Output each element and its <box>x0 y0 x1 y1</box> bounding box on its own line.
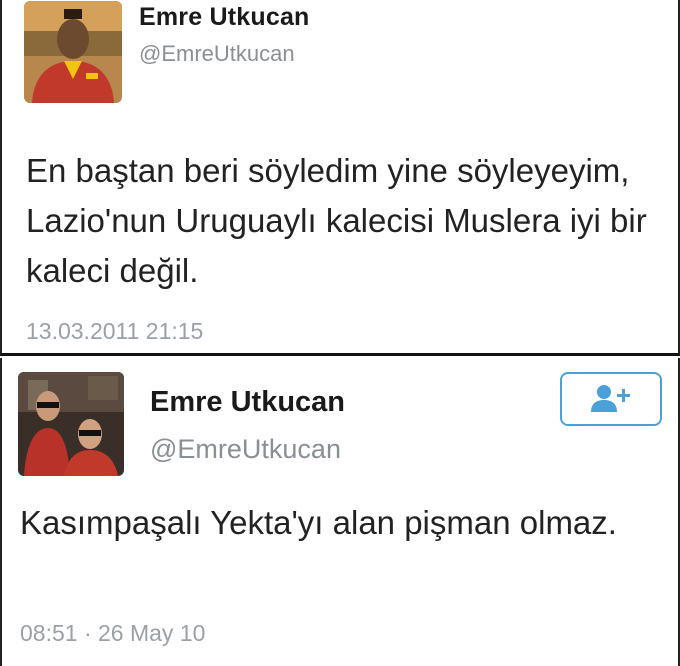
author-handle[interactable]: @EmreUtkucan <box>139 41 295 67</box>
follow-button[interactable] <box>560 372 662 426</box>
tweet-card-1: Emre Utkucan @EmreUtkucan En baştan beri… <box>0 0 680 356</box>
tweet-timestamp[interactable]: 13.03.2011 21:15 <box>26 318 203 345</box>
author-avatar[interactable] <box>18 372 124 476</box>
tweet-text: En baştan beri söyledim yine söyleyeyim,… <box>26 152 647 289</box>
author-handle[interactable]: @EmreUtkucan <box>150 434 341 465</box>
author-avatar[interactable] <box>24 1 122 103</box>
tweet-timestamp[interactable]: 08:51 · 26 May 10 <box>20 620 205 647</box>
avatar-photo-icon <box>18 372 124 476</box>
tweet-card-2: Emre Utkucan @EmreUtkucan Kasımpaşalı Ye… <box>0 358 680 666</box>
tweet-text: Kasımpaşalı Yekta'yı alan pişman olmaz. <box>20 504 617 541</box>
add-user-icon <box>591 385 630 412</box>
author-name[interactable]: Emre Utkucan <box>150 386 345 419</box>
author-name[interactable]: Emre Utkucan <box>139 3 310 32</box>
avatar-photo-icon <box>24 1 122 103</box>
